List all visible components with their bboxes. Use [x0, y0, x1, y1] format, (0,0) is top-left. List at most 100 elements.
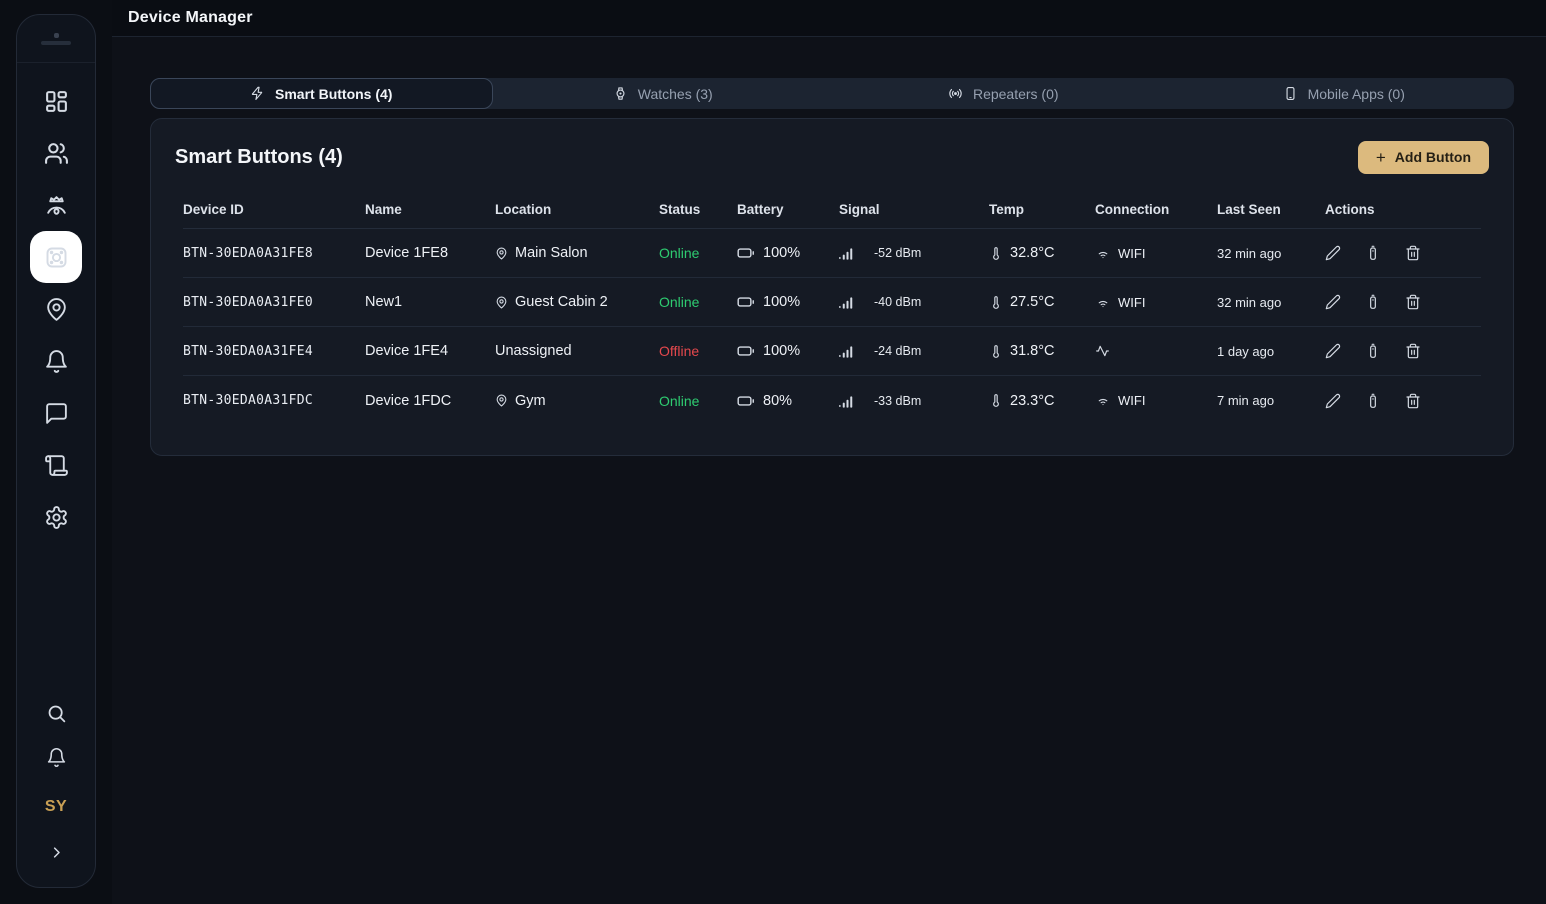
device-name-cell: Device 1FDC [365, 393, 495, 409]
connection-text: WIFI [1118, 393, 1145, 408]
location-text: Unassigned [495, 343, 572, 359]
thermometer-icon [989, 246, 1003, 261]
temp-cell: 32.8°C [989, 245, 1095, 261]
location-pin-icon [495, 247, 508, 260]
device-id-cell: BTN-30EDA0A31FE8 [183, 246, 365, 261]
pencil-icon [1325, 294, 1341, 310]
device-id-cell: BTN-30EDA0A31FE0 [183, 295, 365, 310]
actions-cell [1325, 386, 1481, 416]
edit-button[interactable] [1325, 386, 1365, 416]
connection-cell: WIFI [1095, 393, 1217, 408]
battery-status-button[interactable] [1365, 238, 1405, 268]
location-text: Gym [515, 393, 546, 409]
last-seen-cell: 1 day ago [1217, 344, 1325, 359]
sidebar-item-dashboard[interactable] [30, 75, 82, 127]
tab-mobile-apps[interactable]: Mobile Apps (0) [1174, 78, 1515, 109]
logo-wordmark [41, 41, 71, 45]
temp-cell: 23.3°C [989, 393, 1095, 409]
sidebar-item-locations[interactable] [30, 283, 82, 335]
tab-label: Smart Buttons (4) [275, 86, 392, 102]
logo-mark [54, 33, 59, 38]
battery-text: 100% [763, 343, 800, 359]
signal-text: -33 dBm [874, 394, 921, 408]
edit-button[interactable] [1325, 287, 1365, 317]
sidebar-bottom: SY [34, 691, 78, 887]
device-name-cell: New1 [365, 294, 495, 310]
sidebar-item-logs[interactable] [30, 439, 82, 491]
last-seen-cell: 32 min ago [1217, 246, 1325, 261]
battery-status-button[interactable] [1365, 386, 1405, 416]
connection-text: WIFI [1118, 246, 1145, 261]
location-cell: Guest Cabin 2 [495, 294, 659, 310]
last-seen-cell: 7 min ago [1217, 393, 1325, 408]
battery-vertical-icon [1365, 245, 1381, 261]
location-pin-icon [44, 297, 69, 322]
status-text: Online [659, 245, 699, 261]
thermometer-icon [989, 295, 1003, 310]
main-area: Device Manager Smart Buttons (4) Watches… [112, 0, 1546, 904]
signal-bars-icon [839, 394, 854, 408]
battery-text: 100% [763, 294, 800, 310]
table-row[interactable]: BTN-30EDA0A31FE4 Device 1FE4 Unassigned … [183, 327, 1481, 376]
add-button[interactable]: + Add Button [1358, 141, 1489, 174]
sidebar: SY [16, 14, 96, 888]
signal-cell: -24 dBm [839, 344, 989, 358]
smart-button-icon [43, 244, 70, 271]
table-row[interactable]: BTN-30EDA0A31FDC Device 1FDC Gym Online … [183, 376, 1481, 425]
signal-text: -52 dBm [874, 246, 921, 260]
sidebar-item-settings[interactable] [30, 491, 82, 543]
broadcast-icon [948, 86, 963, 101]
vip-guest-icon [44, 193, 69, 218]
battery-status-button[interactable] [1365, 287, 1405, 317]
trash-icon [1405, 245, 1421, 261]
device-name-cell: Device 1FE8 [365, 245, 495, 261]
battery-status-button[interactable] [1365, 336, 1405, 366]
trash-icon [1405, 393, 1421, 409]
actions-cell [1325, 336, 1481, 366]
table-body: BTN-30EDA0A31FE8 Device 1FE8 Main Salon … [183, 229, 1481, 425]
location-cell: Main Salon [495, 245, 659, 261]
pencil-icon [1325, 393, 1341, 409]
col-signal: Signal [839, 202, 989, 217]
edit-button[interactable] [1325, 336, 1365, 366]
alerts-bell-icon [46, 747, 67, 768]
tab-watches[interactable]: Watches (3) [493, 78, 834, 109]
edit-button[interactable] [1325, 238, 1365, 268]
signal-cell: -52 dBm [839, 246, 989, 260]
delete-button[interactable] [1405, 336, 1445, 366]
sidebar-item-smart-buttons[interactable] [30, 231, 82, 283]
bell-icon [44, 349, 69, 374]
wifi-icon [1095, 296, 1111, 309]
users-icon [44, 141, 69, 166]
user-avatar[interactable]: SY [45, 779, 67, 835]
tab-smart-buttons[interactable]: Smart Buttons (4) [150, 78, 493, 109]
delete-button[interactable] [1405, 386, 1445, 416]
table-row[interactable]: BTN-30EDA0A31FE0 New1 Guest Cabin 2 Onli… [183, 278, 1481, 327]
battery-icon [737, 296, 756, 308]
col-last-seen: Last Seen [1217, 202, 1325, 217]
battery-cell: 100% [737, 245, 839, 261]
tab-repeaters[interactable]: Repeaters (0) [833, 78, 1174, 109]
col-connection: Connection [1095, 202, 1217, 217]
sidebar-item-users[interactable] [30, 127, 82, 179]
col-location: Location [495, 202, 659, 217]
sidebar-expand-button[interactable] [49, 835, 64, 869]
devices-table: Device ID Name Location Status Battery S… [175, 191, 1489, 425]
sidebar-item-messages[interactable] [30, 387, 82, 439]
col-temp: Temp [989, 202, 1095, 217]
actions-cell [1325, 238, 1481, 268]
thermometer-icon [989, 344, 1003, 359]
sidebar-alerts-button[interactable] [34, 735, 78, 779]
signal-cell: -33 dBm [839, 394, 989, 408]
signal-bars-icon [839, 344, 854, 358]
sidebar-item-notifications[interactable] [30, 335, 82, 387]
table-row[interactable]: BTN-30EDA0A31FE8 Device 1FE8 Main Salon … [183, 229, 1481, 278]
delete-button[interactable] [1405, 287, 1445, 317]
wifi-icon [1095, 247, 1111, 260]
delete-button[interactable] [1405, 238, 1445, 268]
battery-vertical-icon [1365, 393, 1381, 409]
sidebar-item-vip-guest[interactable] [30, 179, 82, 231]
col-name: Name [365, 202, 495, 217]
sidebar-nav [30, 75, 82, 543]
sidebar-search-button[interactable] [34, 691, 78, 735]
